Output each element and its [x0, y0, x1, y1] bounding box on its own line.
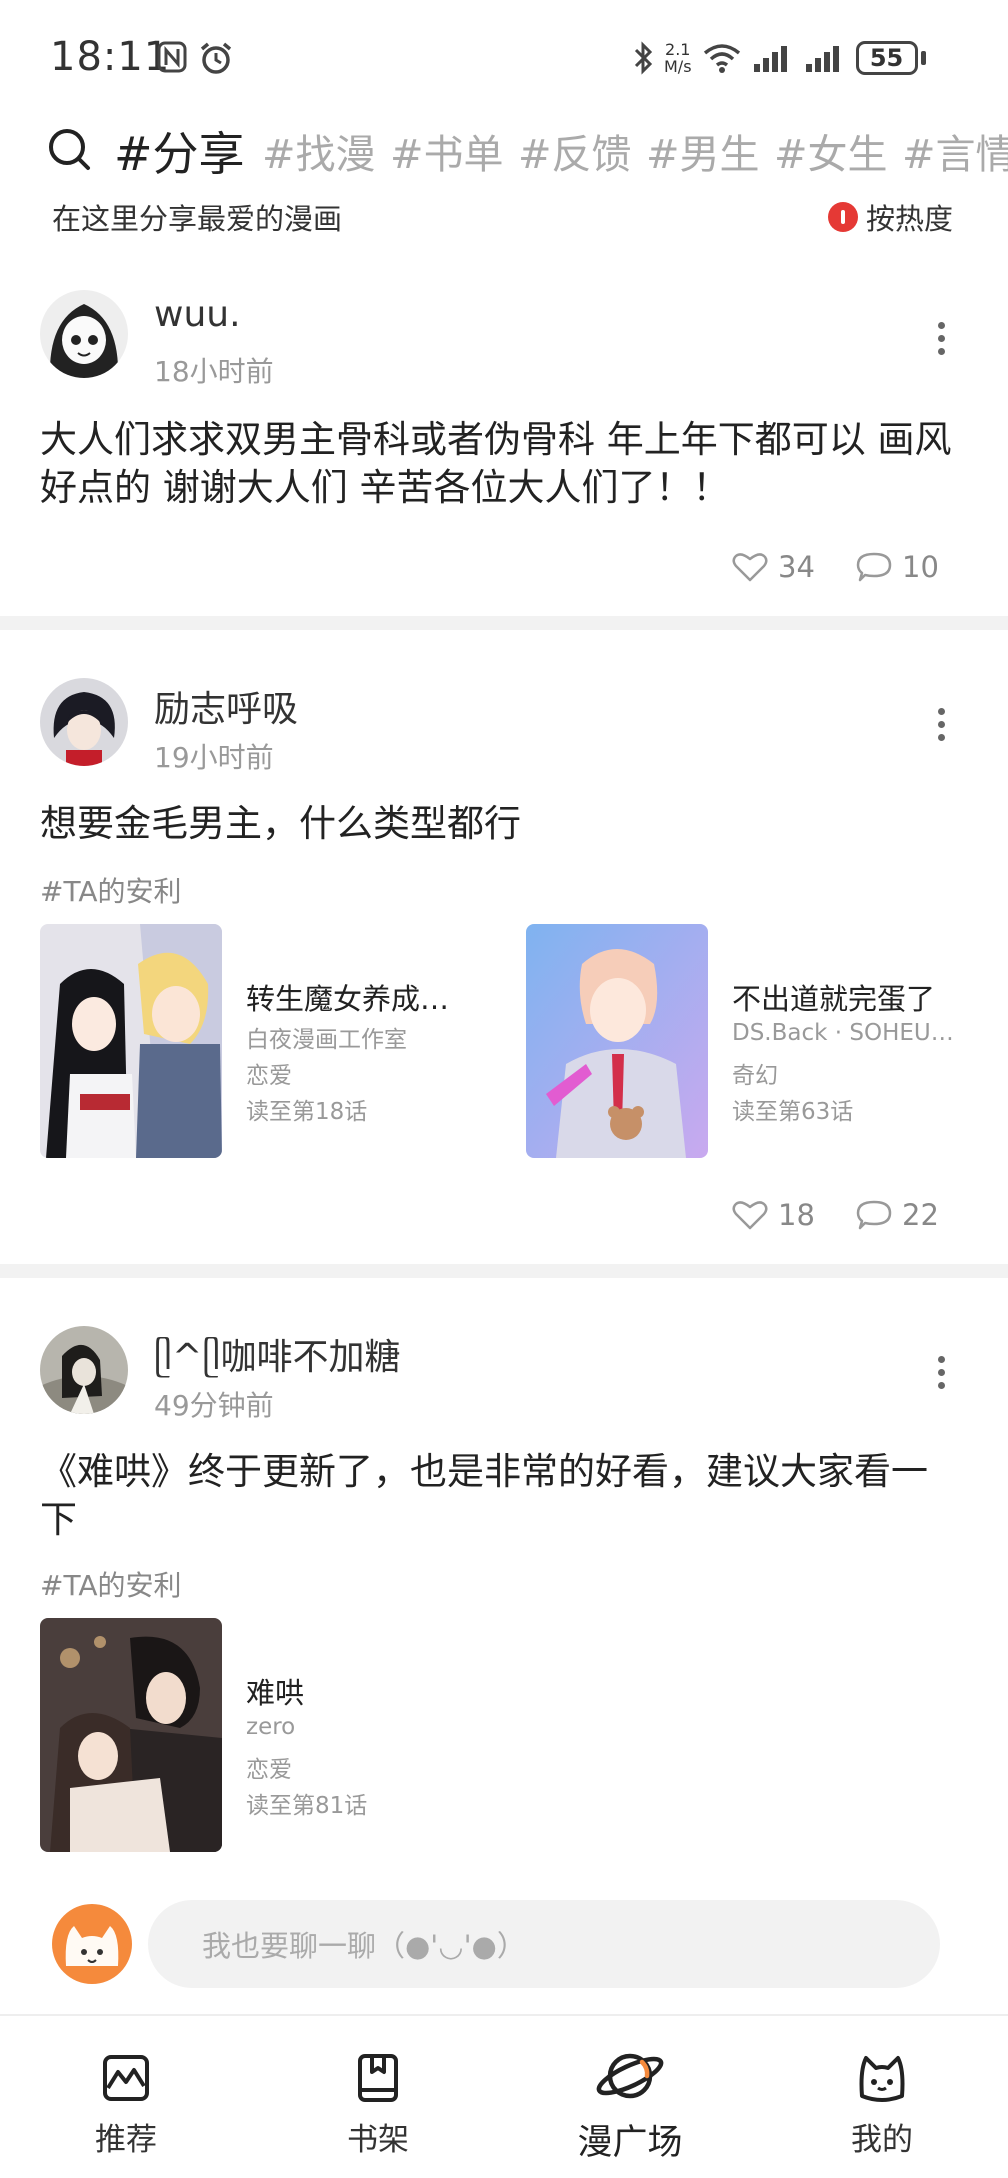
cat-face-icon	[859, 2056, 905, 2102]
post-text[interactable]: 《难哄》终于更新了，也是非常的好看，建议大家看一下	[40, 1448, 960, 1544]
comment-icon	[856, 552, 892, 582]
bluetooth-icon	[634, 41, 653, 75]
post-time: 49分钟前	[154, 1389, 274, 1422]
post-username[interactable]: 励志呼吸	[154, 680, 298, 732]
like-button[interactable]: 34	[732, 550, 815, 584]
avatar[interactable]	[40, 290, 128, 378]
sort-by-popularity-button[interactable]: 按热度	[828, 196, 953, 238]
nav-bookshelf[interactable]: 书架	[252, 2016, 504, 2178]
comic-progress: 读至第81话	[246, 1793, 368, 1819]
comic-title[interactable]: 转生魔女养成了...	[246, 976, 476, 1018]
comic-cover[interactable]	[526, 924, 708, 1158]
like-count: 34	[778, 550, 815, 584]
nfc-icon	[157, 41, 187, 73]
battery-indicator: 55	[855, 41, 926, 75]
heart-icon	[732, 553, 768, 582]
nav-label: 我的	[851, 2122, 913, 2158]
comment-count: 22	[902, 1198, 939, 1232]
tag-male[interactable]: #男生	[646, 122, 760, 180]
comic-author: zero	[246, 1714, 296, 1740]
comic-genre: 恋爱	[246, 1063, 292, 1089]
post-time: 19小时前	[154, 741, 274, 774]
more-options-icon[interactable]	[938, 1356, 948, 1389]
nav-plaza[interactable]: 漫广场	[504, 2016, 756, 2178]
tag-booklist[interactable]: #书单	[390, 122, 504, 180]
recommend-icon	[103, 2055, 149, 2101]
tag-share[interactable]: #分享	[114, 118, 245, 184]
nav-recommend[interactable]: 推荐	[0, 2016, 252, 2178]
post-divider	[0, 616, 1008, 630]
more-options-icon[interactable]	[938, 322, 948, 355]
comic-author: 白夜漫画工作室	[246, 1027, 407, 1053]
status-right-icons: 2.1 M/s 55	[632, 36, 926, 80]
tag-female[interactable]: #女生	[774, 122, 888, 180]
comic-title[interactable]: 不出道就完蛋了	[732, 976, 968, 1018]
comic-title[interactable]: 难哄	[246, 1670, 546, 1712]
comic-progress: 读至第63话	[732, 1099, 854, 1125]
post-username[interactable]: wuu.	[154, 294, 241, 335]
comic-cover[interactable]	[40, 924, 222, 1158]
avatar[interactable]	[40, 678, 128, 766]
battery-level: 55	[855, 41, 918, 75]
post-username[interactable]: ᥫ^ᥫ咖啡不加糖	[154, 1328, 401, 1380]
tag-feedback[interactable]: #反馈	[518, 122, 632, 180]
sort-icon	[828, 202, 858, 232]
comment-input[interactable]: 我也要聊一聊（●'◡'●）	[148, 1900, 940, 1988]
comic-author: DS.Back · SOHEUN · .	[732, 1020, 968, 1046]
comic-progress: 读至第18话	[246, 1099, 368, 1125]
comment-button[interactable]: 10	[856, 550, 939, 584]
bottom-nav: 推荐 书架 漫广场 我的	[0, 2014, 1008, 2178]
more-options-icon[interactable]	[938, 708, 948, 741]
post-time: 18小时前	[154, 355, 274, 388]
alarm-icon	[200, 42, 232, 74]
comic-genre: 奇幻	[732, 1063, 778, 1089]
sort-label: 按热度	[866, 202, 954, 236]
post-text[interactable]: 想要金毛男主，什么类型都行	[40, 800, 960, 848]
avatar[interactable]	[40, 1326, 128, 1414]
post-hashtag[interactable]: #TA的安利	[40, 870, 182, 910]
bookshelf-icon	[358, 2054, 398, 2102]
comic-genre: 恋爱	[246, 1757, 292, 1783]
section-caption: 在这里分享最爱的漫画	[52, 202, 343, 236]
comment-icon	[856, 1200, 892, 1230]
tag-find-comics[interactable]: #找漫	[262, 122, 376, 180]
tag-bar: #分享 #找漫 #书单 #反馈 #男生 #女生 #言情	[0, 118, 1008, 188]
post-text[interactable]: 大人们求求双男主骨科或者伪骨科 年上年下都可以 画风好点的 谢谢大人们 辛苦各位…	[40, 416, 960, 512]
net-speed: 2.1 M/s	[664, 40, 692, 76]
planet-icon	[596, 2053, 664, 2099]
post-divider	[0, 1264, 1008, 1278]
my-avatar[interactable]	[52, 1904, 132, 1984]
nav-mine[interactable]: 我的	[756, 2016, 1008, 2178]
comic-cover[interactable]	[40, 1618, 222, 1852]
nav-label: 漫广场	[577, 2123, 683, 2163]
post-hashtag[interactable]: #TA的安利	[40, 1564, 182, 1604]
signal-icon-1	[753, 46, 787, 72]
nav-label: 推荐	[95, 2122, 157, 2158]
comment-button[interactable]: 22	[856, 1198, 939, 1232]
wifi-icon	[703, 44, 740, 73]
like-count: 18	[778, 1198, 815, 1232]
heart-icon	[732, 1201, 768, 1230]
like-button[interactable]: 18	[732, 1198, 815, 1232]
tag-romance[interactable]: #言情	[902, 122, 1008, 180]
status-left-icons	[156, 40, 234, 76]
signal-icon-2	[805, 46, 839, 72]
status-time: 18:11	[50, 34, 171, 80]
nav-label: 书架	[347, 2122, 409, 2158]
comment-count: 10	[902, 550, 939, 584]
